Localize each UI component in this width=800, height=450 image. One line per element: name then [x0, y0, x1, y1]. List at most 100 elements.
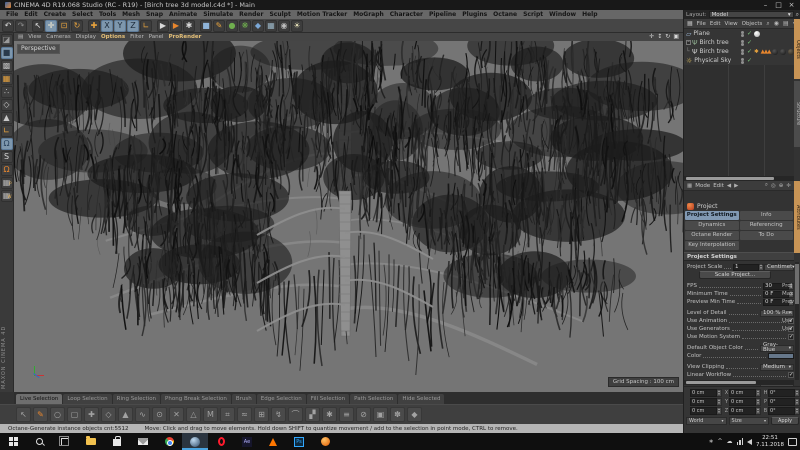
menu-file[interactable]: File [6, 11, 18, 18]
menu-character[interactable]: Character [390, 11, 423, 18]
zoom-view-icon[interactable]: ↕ [657, 33, 662, 41]
menu-edit[interactable]: Edit [24, 11, 37, 18]
spinner-icon[interactable]: ▴▾ [795, 407, 800, 415]
viewport-menu-display[interactable]: Display [76, 34, 96, 40]
color-swatch[interactable] [768, 353, 794, 359]
pen-spline-icon[interactable]: ✎ [213, 20, 225, 32]
tray-chevron-icon[interactable]: ^ [717, 438, 722, 446]
visibility-dots-icon[interactable] [741, 39, 745, 47]
object-row-birch-tree[interactable]: └ΨBirch tree✓✱▲▲▲ [684, 47, 794, 56]
enable-snap-icon[interactable]: Ω [1, 138, 13, 150]
om-header-icon-2[interactable]: ▤ [783, 20, 789, 27]
material-tag-dark[interactable] [780, 49, 786, 55]
coord-value-input[interactable]: 0° [768, 398, 795, 406]
spinner-icon[interactable]: ▴▾ [795, 398, 800, 406]
bottom-tool-icon-2[interactable]: ○ [50, 407, 65, 422]
move-view-icon[interactable]: ✛ [649, 33, 654, 41]
viewport-menu-view[interactable]: View [28, 34, 41, 40]
toggle-view-icon[interactable]: ▣ [673, 33, 679, 41]
bottom-tool-icon-4[interactable]: ✚ [84, 407, 99, 422]
scale-icon[interactable]: ⊡ [58, 20, 70, 32]
search-icon[interactable]: ⌕ [796, 11, 799, 19]
menu-select[interactable]: Select [72, 11, 93, 18]
bottom-tool-icon-5[interactable]: ◇ [101, 407, 116, 422]
am-nav-icon-0[interactable]: ◀ [727, 183, 731, 189]
bottom-tool-icon-7[interactable]: ∿ [135, 407, 150, 422]
viewport-menu-options[interactable]: Options [101, 34, 125, 40]
add-cube-icon[interactable]: ■ [200, 20, 212, 32]
bottom-tool-icon-6[interactable]: ▲ [118, 407, 133, 422]
coord-value-input[interactable]: 0° [768, 389, 795, 397]
workplane-p-icon[interactable]: ▦P [1, 177, 13, 189]
coord-mode-dropdown[interactable]: World▾ [686, 417, 727, 425]
om-header-icon-0[interactable]: ⌕ [766, 20, 769, 28]
spinner-icon[interactable]: ▴▾ [717, 398, 722, 406]
tool-tab-loop-selection[interactable]: Loop Selection [63, 394, 111, 404]
menu-window[interactable]: Window [549, 11, 576, 18]
bottom-tool-icon-11[interactable]: M [203, 407, 218, 422]
live-selection-icon[interactable]: ↖ [32, 20, 44, 32]
bottom-tool-icon-20[interactable]: ⊘ [356, 407, 371, 422]
snap-settings-icon[interactable]: S [1, 151, 13, 163]
bottom-tool-icon-22[interactable]: ✽ [390, 407, 405, 422]
attribute-tab-dynamics[interactable]: Dynamics [685, 221, 739, 230]
bottom-tool-icon-21[interactable]: ▣ [373, 407, 388, 422]
edges-mode-icon[interactable]: ◇ [1, 99, 13, 111]
viewport-menu-prorender[interactable]: ProRender [169, 34, 202, 40]
taskbar-mail-icon[interactable] [130, 433, 156, 450]
coord-value-input[interactable]: 0 cm [690, 398, 717, 406]
enable-check-icon[interactable]: ✓ [747, 57, 752, 65]
layout-select[interactable]: Model▾ [709, 11, 794, 18]
spinner-icon[interactable]: ▴▾ [756, 407, 761, 415]
tool-tab-brush[interactable]: Brush [232, 394, 256, 404]
menu-create[interactable]: Create [44, 11, 66, 18]
points-mode-icon[interactable]: ∴ [1, 86, 13, 98]
bottom-tool-icon-8[interactable]: ⊙ [152, 407, 167, 422]
am-header-icon-1[interactable]: ◎ [771, 183, 776, 189]
attribute-tab-octane-render[interactable]: Octane Render [685, 231, 739, 240]
om-menu-file[interactable]: File [697, 21, 706, 27]
bottom-tool-icon-3[interactable]: ▢ [67, 407, 82, 422]
tool-tab-fill-selection[interactable]: Fill Selection [307, 394, 349, 404]
coord-value-input[interactable]: 0 cm [690, 407, 717, 415]
move-icon[interactable]: ✛ [45, 20, 57, 32]
visibility-dots-icon[interactable] [741, 30, 745, 38]
coord-value-input[interactable]: 0 cm [729, 389, 756, 397]
taskbar-vlc-icon[interactable] [260, 433, 286, 450]
enable-check-icon[interactable]: ✓ [747, 30, 752, 38]
lock-x-icon[interactable]: X [101, 20, 113, 32]
am-header-icon-2[interactable]: ⊕ [779, 183, 784, 189]
bottom-tool-icon-16[interactable]: ⌒ [288, 407, 303, 422]
minimize-button[interactable]: – [759, 0, 772, 10]
lock-z-icon[interactable]: Z [127, 20, 139, 32]
tool-tab-hide-selected[interactable]: Hide Selected [398, 394, 444, 404]
close-button[interactable]: × [785, 0, 798, 10]
menu-plugins[interactable]: Plugins [462, 11, 487, 18]
magnet-icon[interactable]: Ω [1, 164, 13, 176]
workplane-w-icon[interactable]: ▦W [1, 190, 13, 202]
tray-clock[interactable]: 22:51 7.11.2018 [756, 435, 784, 448]
spinner-icon[interactable]: ▴▾ [795, 389, 800, 397]
coord-value-input[interactable]: 0 cm [729, 407, 756, 415]
menu-help[interactable]: Help [582, 11, 597, 18]
taskbar-task-view-icon[interactable] [52, 433, 78, 450]
action-center-icon[interactable] [788, 438, 797, 446]
spinner-icon[interactable]: ▴▾ [756, 389, 761, 397]
am-menu-mode[interactable]: Mode [695, 183, 710, 189]
value-input[interactable]: 1 [733, 264, 759, 271]
menu-mograph[interactable]: MoGraph [353, 11, 384, 18]
coord-value-input[interactable]: 0 cm [690, 389, 717, 397]
bottom-tool-icon-1[interactable]: ✎ [33, 407, 48, 422]
menu-pipeline[interactable]: Pipeline [429, 11, 456, 18]
tool-tab-phong-break-selection[interactable]: Phong Break Selection [161, 394, 231, 404]
maximize-button[interactable]: □ [772, 0, 785, 10]
menu-sculpt[interactable]: Sculpt [269, 11, 290, 18]
om-menu-edit[interactable]: Edit [710, 21, 721, 27]
om-header-icon-1[interactable]: ◉ [774, 20, 779, 27]
menu-render[interactable]: Render [239, 11, 263, 18]
coord-system-icon[interactable]: ∟ [140, 20, 152, 32]
object-row-birch-tree[interactable]: –ΨBirch tree✓ [684, 38, 794, 47]
undo-icon[interactable]: ↶ [2, 20, 14, 32]
bottom-tool-icon-17[interactable]: ▞ [305, 407, 320, 422]
redo-icon[interactable]: ↷ [15, 20, 27, 32]
